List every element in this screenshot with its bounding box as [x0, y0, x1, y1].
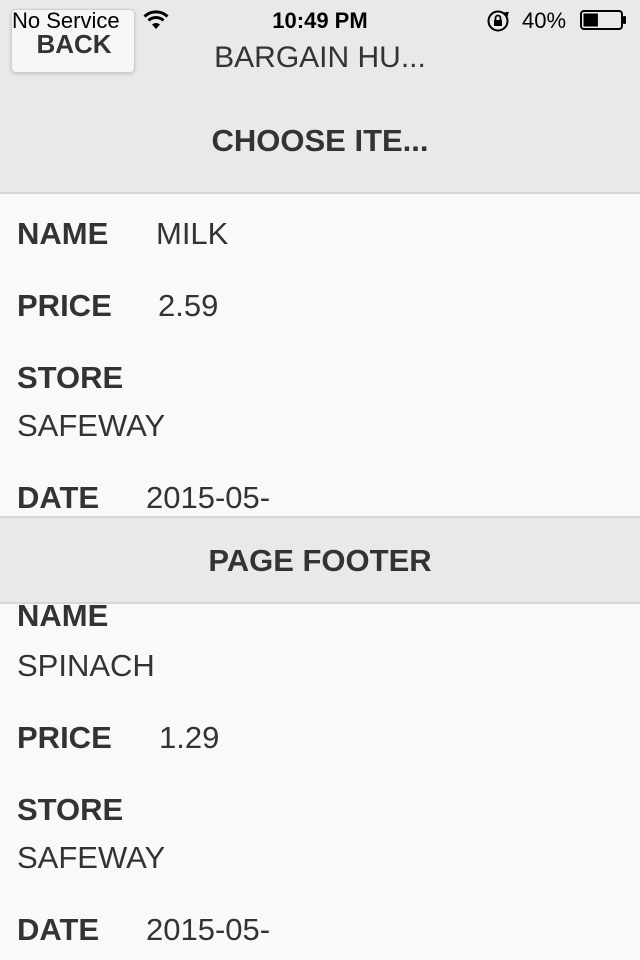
name-label: NAME: [17, 216, 109, 251]
page-title: BARGAIN HU...: [214, 41, 426, 74]
price-label: PRICE: [17, 288, 112, 323]
rotation-lock-icon: [487, 10, 509, 32]
price-value: 2.59: [158, 288, 219, 323]
header-bar: No Service 10:49 PM 40% BACK BARGAIN HU.…: [0, 0, 640, 86]
page-footer: PAGE FOOTER: [0, 516, 640, 604]
battery-icon: [580, 10, 626, 30]
name-value: MILK: [156, 216, 229, 251]
store-value: SAFEWAY: [17, 408, 166, 443]
date-value: 2015-05-: [146, 912, 271, 947]
subheader-bar: CHOOSE ITE...: [0, 86, 640, 194]
list-item[interactable]: NAME MILK PRICE 2.59 STORE SAFEWAY DATE …: [0, 196, 640, 516]
footer-title: PAGE FOOTER: [208, 543, 432, 578]
name-value: SPINACH: [17, 648, 155, 683]
date-value: 2015-05-: [146, 480, 271, 515]
store-value: SAFEWAY: [17, 840, 166, 875]
list-item[interactable]: NAME SPINACH PRICE 1.29 STORE SAFEWAY DA…: [0, 598, 640, 960]
date-label: DATE: [17, 912, 100, 947]
date-label: DATE: [17, 480, 100, 515]
price-value: 1.29: [159, 720, 220, 755]
battery-percent: 40%: [522, 8, 567, 33]
store-label: STORE: [17, 792, 124, 827]
subheader-title: CHOOSE ITE...: [211, 123, 429, 158]
store-label: STORE: [17, 360, 124, 395]
price-label: PRICE: [17, 720, 112, 755]
app-screen: No Service 10:49 PM 40% BACK BARGAIN HU.…: [0, 0, 640, 960]
status-bar: No Service 10:49 PM 40%: [0, 0, 640, 40]
